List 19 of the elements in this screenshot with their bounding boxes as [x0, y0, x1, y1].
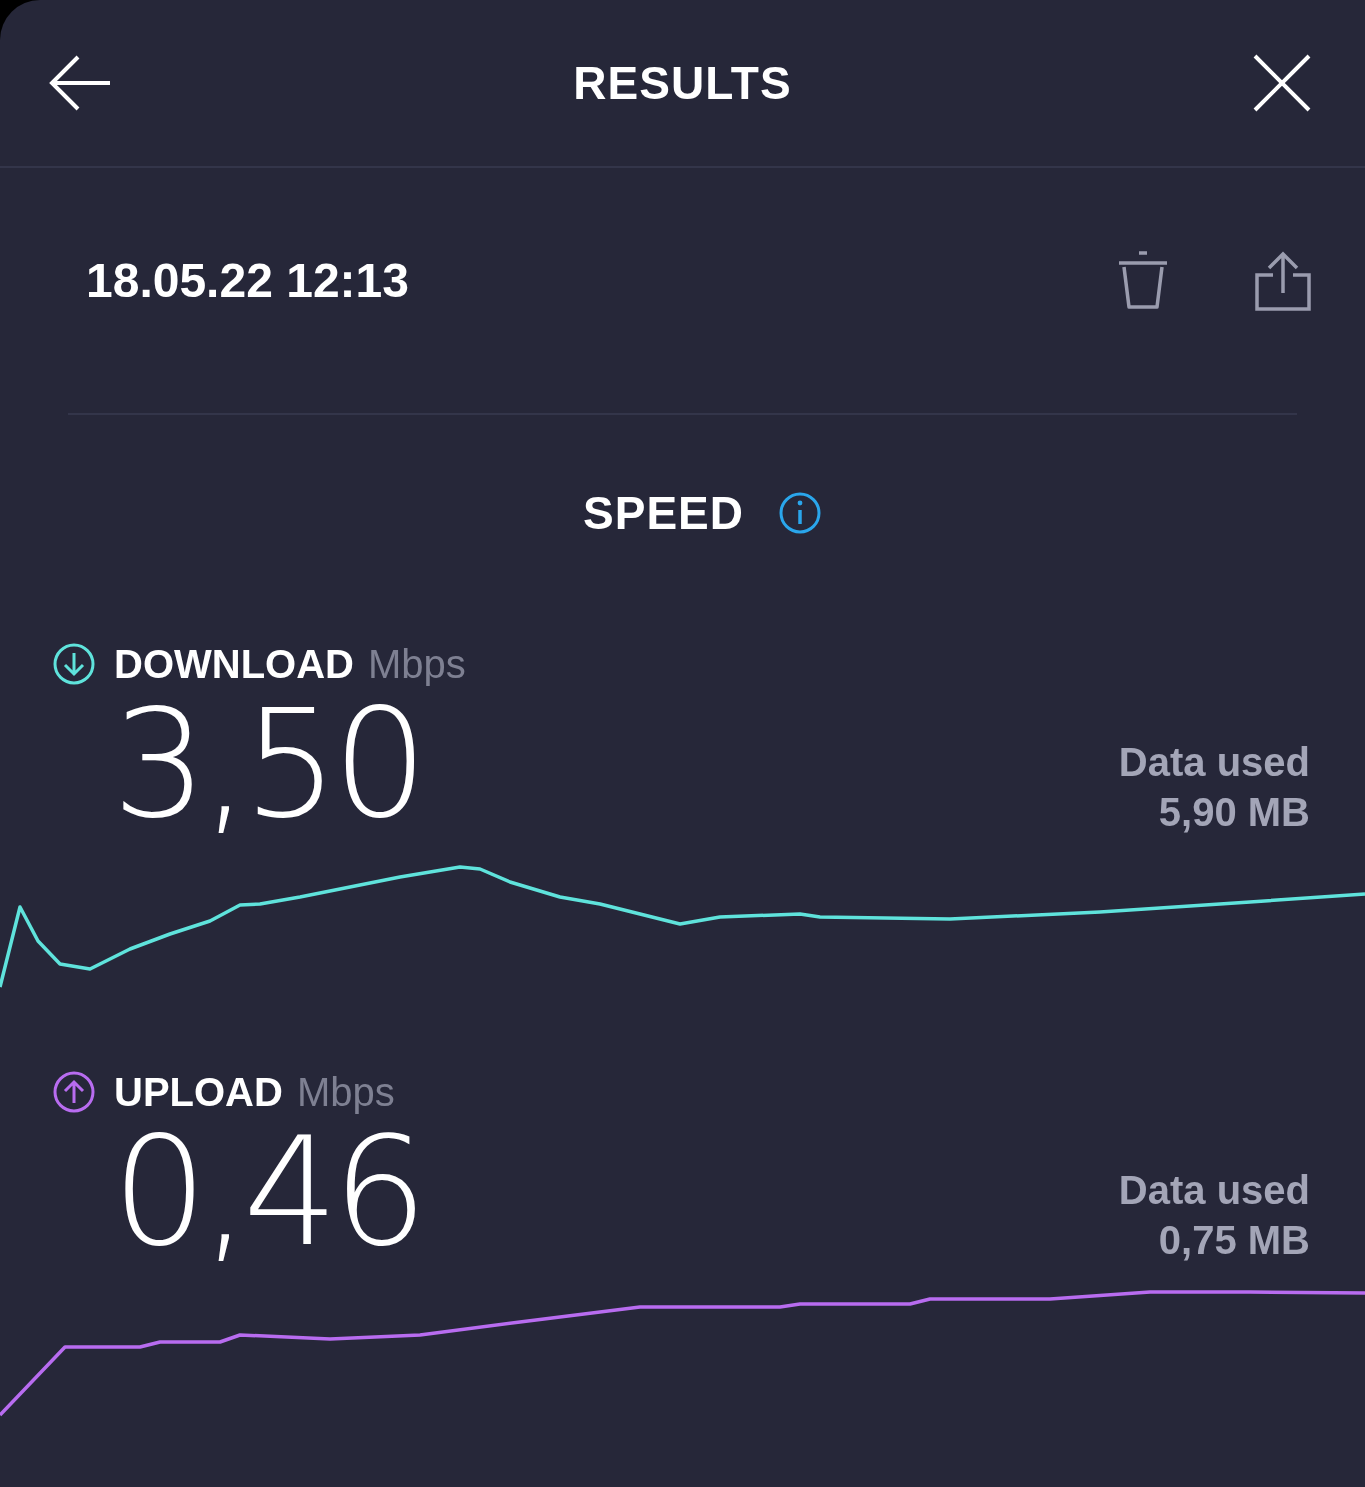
upload-icon	[52, 1070, 96, 1114]
download-icon	[52, 642, 96, 686]
unit-label: Mbps	[296, 1069, 395, 1115]
back-arrow-icon[interactable]	[48, 53, 112, 113]
speed-value: 3,50	[112, 689, 422, 839]
close-icon[interactable]	[1253, 54, 1311, 112]
measurement-label: DOWNLOAD	[114, 641, 354, 687]
result-timestamp: 18.05.22 12:13	[86, 253, 409, 308]
screen-title: RESULTS	[573, 56, 792, 110]
share-icon[interactable]	[1255, 250, 1311, 311]
data-used-label: Data used	[1118, 1167, 1310, 1214]
data-used-value: 0,75 MB	[1157, 1217, 1310, 1264]
info-icon[interactable]	[777, 491, 822, 535]
data-used-label: Data used	[1118, 739, 1310, 786]
section-title: SPEED	[583, 486, 744, 540]
unit-label: Mbps	[367, 641, 466, 687]
data-used-value: 5,90 MB	[1157, 789, 1310, 836]
measurement-label: UPLOAD	[114, 1069, 283, 1115]
speed-value: 0,46	[112, 1117, 422, 1267]
